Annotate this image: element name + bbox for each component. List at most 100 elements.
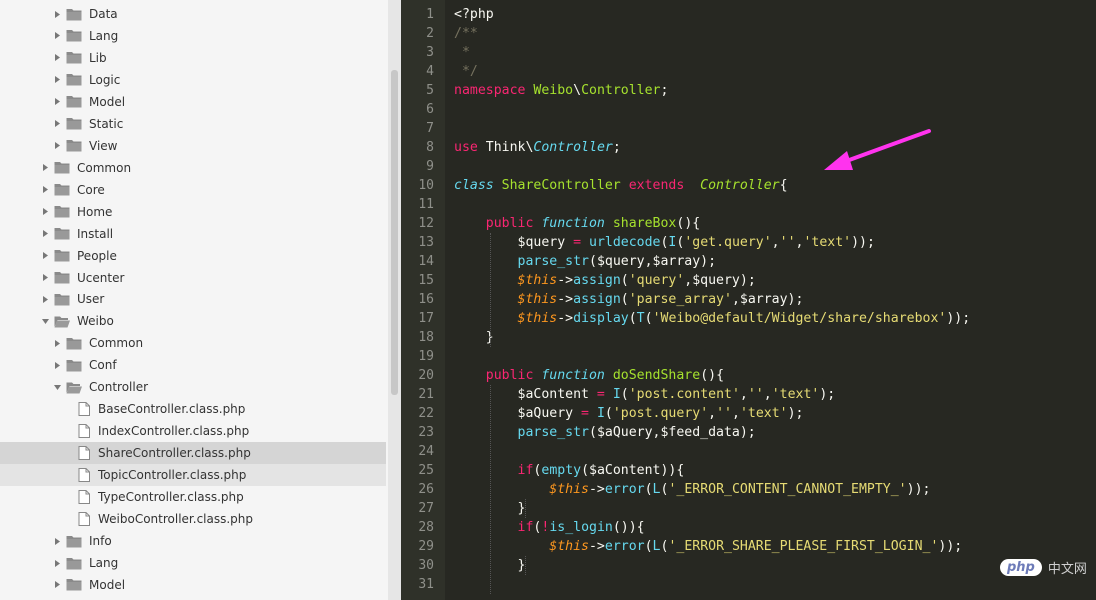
folder-icon bbox=[66, 51, 82, 64]
tree-folder-item[interactable]: Conf bbox=[0, 354, 386, 376]
tree-item-label: Lib bbox=[89, 50, 107, 65]
tree-folder-item[interactable]: Home bbox=[0, 201, 386, 223]
folder-icon bbox=[66, 337, 82, 350]
file-icon bbox=[78, 490, 90, 505]
tree-item-label: User bbox=[77, 292, 105, 307]
tree-folder-item[interactable]: Core bbox=[0, 179, 386, 201]
tree-item-label: Common bbox=[77, 160, 132, 175]
file-icon bbox=[78, 402, 90, 417]
tree-item-label: Install bbox=[77, 226, 114, 241]
folder-icon bbox=[54, 271, 70, 284]
chevron-right-icon[interactable] bbox=[52, 97, 62, 107]
chevron-right-icon[interactable] bbox=[52, 558, 62, 568]
tree-item-label: BaseController.class.php bbox=[98, 402, 246, 417]
tree-folder-item[interactable]: Common bbox=[0, 157, 386, 179]
chevron-right-icon[interactable] bbox=[52, 31, 62, 41]
folder-icon bbox=[66, 73, 82, 86]
folder-icon bbox=[54, 227, 70, 240]
tree-folder-item[interactable]: Ucenter bbox=[0, 267, 386, 289]
chevron-right-icon[interactable] bbox=[52, 580, 62, 590]
tree-folder-item[interactable]: Install bbox=[0, 223, 386, 245]
tree-folder-item[interactable]: Model bbox=[0, 574, 386, 596]
tree-item-label: Ucenter bbox=[77, 270, 125, 285]
chevron-right-icon[interactable] bbox=[52, 9, 62, 19]
folder-icon bbox=[54, 249, 70, 262]
chevron-down-icon[interactable] bbox=[40, 316, 50, 326]
chevron-right-icon[interactable] bbox=[52, 75, 62, 85]
folder-icon bbox=[66, 95, 82, 108]
tree-folder-item[interactable]: Weibo bbox=[0, 310, 386, 332]
chevron-right-icon[interactable] bbox=[40, 229, 50, 239]
code-editor[interactable]: 1 2 3 4 5 6 7 8 9 10 11 12 13 14 15 16 17 18 19 20 21 22 23 24 2… bbox=[401, 0, 1096, 600]
folder-icon bbox=[66, 8, 82, 21]
chevron-right-icon[interactable] bbox=[52, 141, 62, 151]
watermark: php 中文网 bbox=[1000, 558, 1087, 577]
tree-folder-item[interactable]: Info bbox=[0, 530, 386, 552]
tree-file-item[interactable]: WeiboController.class.php bbox=[0, 508, 386, 530]
tree-item-label: Core bbox=[77, 182, 105, 197]
chevron-right-icon[interactable] bbox=[52, 53, 62, 63]
tree-item-label: Conf bbox=[89, 358, 117, 373]
tree-item-label: TopicController.class.php bbox=[98, 468, 247, 483]
tree-folder-item[interactable]: Controller bbox=[0, 376, 386, 398]
tree-folder-item[interactable]: Lang bbox=[0, 552, 386, 574]
tree-file-item[interactable]: ShareController.class.php bbox=[0, 442, 386, 465]
annotation-arrow-icon bbox=[824, 129, 931, 170]
file-icon bbox=[78, 512, 90, 527]
tree-item-label: ShareController.class.php bbox=[98, 446, 251, 461]
chevron-right-icon[interactable] bbox=[40, 163, 50, 173]
tree-item-label: Lang bbox=[89, 556, 119, 570]
tree-item-label: Model bbox=[89, 577, 126, 592]
tree-item-label: TypeController.class.php bbox=[98, 490, 244, 505]
chevron-right-icon[interactable] bbox=[40, 207, 50, 217]
tree-folder-item[interactable]: Data bbox=[0, 3, 386, 25]
chevron-right-icon[interactable] bbox=[40, 185, 50, 195]
tree-item-label: People bbox=[77, 248, 117, 263]
watermark-logo: php bbox=[1000, 559, 1042, 576]
chevron-right-icon[interactable] bbox=[52, 360, 62, 370]
folder-icon bbox=[66, 117, 82, 130]
sidebar-scrollbar-thumb[interactable] bbox=[391, 70, 398, 395]
tree-item-label: Weibo bbox=[77, 314, 114, 329]
tree-folder-item[interactable]: Lib bbox=[0, 47, 386, 69]
folder-icon bbox=[66, 535, 82, 548]
sidebar-scrollbar[interactable] bbox=[388, 0, 401, 600]
tree-item-label: Logic bbox=[89, 72, 121, 87]
tree-item-label: IndexController.class.php bbox=[98, 424, 250, 439]
file-tree-sidebar: Data Lang Lib Logic Model Static View Common Cor… bbox=[0, 0, 388, 600]
chevron-right-icon[interactable] bbox=[40, 273, 50, 283]
tree-folder-item[interactable]: Model bbox=[0, 91, 386, 113]
folder-icon bbox=[66, 139, 82, 152]
tree-folder-item[interactable]: Static bbox=[0, 113, 386, 135]
tree-folder-item[interactable]: People bbox=[0, 245, 386, 267]
chevron-right-icon[interactable] bbox=[40, 294, 50, 304]
chevron-right-icon[interactable] bbox=[52, 338, 62, 348]
chevron-right-icon[interactable] bbox=[52, 119, 62, 129]
chevron-down-icon[interactable] bbox=[52, 382, 62, 392]
tree-folder-item[interactable]: Common bbox=[0, 332, 386, 354]
folder-icon bbox=[66, 29, 82, 42]
tree-item-label: Model bbox=[89, 94, 126, 109]
tree-file-item[interactable]: BaseController.class.php bbox=[0, 398, 386, 420]
tree-item-label: Home bbox=[77, 204, 113, 219]
tree-folder-item[interactable]: User bbox=[0, 288, 386, 310]
tree-item-label: WeiboController.class.php bbox=[98, 512, 254, 527]
tree-folder-item[interactable]: Logic bbox=[0, 69, 386, 91]
tree-file-item[interactable]: TypeController.class.php bbox=[0, 486, 386, 508]
tree-item-label: Lang bbox=[89, 28, 119, 43]
file-icon bbox=[78, 468, 90, 483]
folder-icon bbox=[54, 205, 70, 218]
tree-folder-item[interactable]: Lang bbox=[0, 25, 386, 47]
tree-file-item[interactable]: IndexController.class.php bbox=[0, 420, 386, 442]
tree-folder-item[interactable]: View bbox=[0, 135, 386, 157]
file-icon bbox=[78, 424, 90, 439]
tree-file-item[interactable]: TopicController.class.php bbox=[0, 464, 386, 487]
folder-icon bbox=[54, 183, 70, 196]
folder-icon bbox=[54, 161, 70, 174]
folder-icon bbox=[66, 359, 82, 372]
chevron-right-icon[interactable] bbox=[40, 251, 50, 261]
tree-item-label: Static bbox=[89, 116, 124, 131]
chevron-right-icon[interactable] bbox=[52, 536, 62, 546]
folder-icon bbox=[66, 578, 82, 591]
watermark-text: 中文网 bbox=[1047, 562, 1087, 577]
